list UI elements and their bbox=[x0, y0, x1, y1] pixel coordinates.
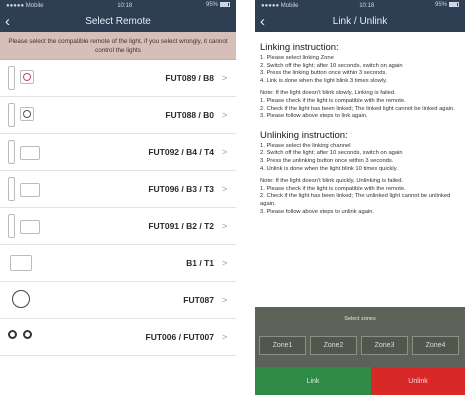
chevron-right-icon: > bbox=[222, 295, 228, 305]
unlink-button[interactable]: Unlink bbox=[371, 367, 465, 395]
nav-bar: ‹ Select Remote bbox=[0, 11, 236, 32]
unlinking-heading: Unlinking instruction: bbox=[260, 129, 348, 141]
remote-item-label: FUT089 / B8 bbox=[165, 73, 214, 83]
remote-item-fut089[interactable]: FUT089 / B8 > bbox=[0, 60, 236, 97]
back-button[interactable]: ‹ bbox=[5, 12, 10, 31]
remote-item-label: FUT092 / B4 / T4 bbox=[148, 147, 214, 157]
remote-fut089-icon bbox=[6, 64, 54, 92]
linking-heading: Linking instruction: bbox=[260, 42, 339, 53]
zone4-button[interactable]: Zone4 bbox=[412, 336, 459, 355]
remote-item-label: FUT091 / B2 / T2 bbox=[148, 221, 214, 231]
clock: 10:18 bbox=[359, 2, 375, 9]
carrier-label: ●●●●● Mobile bbox=[261, 2, 299, 9]
battery-label: 95% bbox=[434, 2, 447, 9]
zone3-button[interactable]: Zone3 bbox=[361, 336, 408, 355]
remote-item-label: FUT006 / FUT007 bbox=[145, 332, 215, 342]
zones-title: Select zones bbox=[344, 316, 376, 322]
status-bar: ●●●●● Mobile 10:18 95% bbox=[0, 0, 236, 11]
zone1-button[interactable]: Zone1 bbox=[259, 336, 306, 355]
link-unlink-screen: ●●●●● Mobile 10:18 95% ‹ Link / Unlink L… bbox=[255, 0, 465, 395]
remote-fut088-icon bbox=[6, 101, 54, 129]
page-title: Select Remote bbox=[85, 16, 151, 27]
battery-label: 95% bbox=[205, 2, 218, 9]
remote-item-b1[interactable]: B1 / T1 > bbox=[0, 245, 236, 282]
remote-item-fut096[interactable]: FUT096 / B3 / T3 > bbox=[0, 171, 236, 208]
chevron-right-icon: > bbox=[222, 147, 228, 157]
remote-item-label: FUT096 / B3 / T3 bbox=[148, 184, 214, 194]
compatibility-notice: Please select the compatible remote of t… bbox=[0, 32, 236, 60]
battery-indicator: 95% bbox=[205, 2, 230, 9]
remote-fut092-icon bbox=[6, 138, 54, 166]
chevron-right-icon: > bbox=[222, 258, 228, 268]
select-remote-screen: ●●●●● Mobile 10:18 95% ‹ Select Remote P… bbox=[0, 0, 236, 395]
chevron-right-icon: > bbox=[222, 184, 228, 194]
chevron-right-icon: > bbox=[222, 73, 228, 83]
zone2-button[interactable]: Zone2 bbox=[310, 336, 357, 355]
zone-selector: Select zones Zone1 Zone2 Zone3 Zone4 bbox=[255, 307, 465, 367]
remote-b1-icon bbox=[6, 249, 54, 277]
battery-indicator: 95% bbox=[434, 2, 459, 9]
unlinking-note: Note: If the light doesn't blink quickly… bbox=[260, 178, 451, 215]
remote-item-fut088[interactable]: FUT088 / B0 > bbox=[0, 97, 236, 134]
remote-item-label: FUT087 bbox=[183, 295, 214, 305]
link-button[interactable]: Link bbox=[255, 367, 371, 395]
remote-item-fut006[interactable]: FUT006 / FUT007 > bbox=[0, 319, 236, 356]
nav-bar: ‹ Link / Unlink bbox=[255, 11, 465, 32]
remote-item-fut087[interactable]: FUT087 > bbox=[0, 282, 236, 319]
remote-item-fut091[interactable]: FUT091 / B2 / T2 > bbox=[0, 208, 236, 245]
remote-fut096-icon bbox=[6, 175, 54, 203]
page-title: Link / Unlink bbox=[332, 16, 388, 27]
chevron-right-icon: > bbox=[222, 221, 228, 231]
remote-item-label: FUT088 / B0 bbox=[165, 110, 214, 120]
remote-fut087-icon bbox=[6, 286, 54, 314]
chevron-right-icon: > bbox=[222, 110, 228, 120]
linking-note: Note: If the light doesn't blink slowly,… bbox=[260, 90, 455, 120]
instructions: Linking instruction: 1. Please select li… bbox=[255, 32, 465, 216]
clock: 10:18 bbox=[117, 2, 133, 9]
remote-fut091-icon bbox=[6, 212, 54, 240]
back-button[interactable]: ‹ bbox=[260, 12, 265, 31]
linking-steps: 1. Please select linking Zone 2. Switch … bbox=[260, 55, 403, 84]
status-bar: ●●●●● Mobile 10:18 95% bbox=[255, 0, 465, 11]
remote-fut006-icon bbox=[6, 323, 54, 351]
carrier-label: ●●●●● Mobile bbox=[6, 2, 44, 9]
chevron-right-icon: > bbox=[222, 332, 228, 342]
remote-item-fut092[interactable]: FUT092 / B4 / T4 > bbox=[0, 134, 236, 171]
battery-icon bbox=[449, 2, 459, 8]
remote-item-label: B1 / T1 bbox=[186, 258, 214, 268]
battery-icon bbox=[220, 2, 230, 8]
unlinking-steps: 1. Please select the linking channel 2. … bbox=[260, 142, 403, 172]
action-bar: Link Unlink bbox=[255, 367, 465, 395]
